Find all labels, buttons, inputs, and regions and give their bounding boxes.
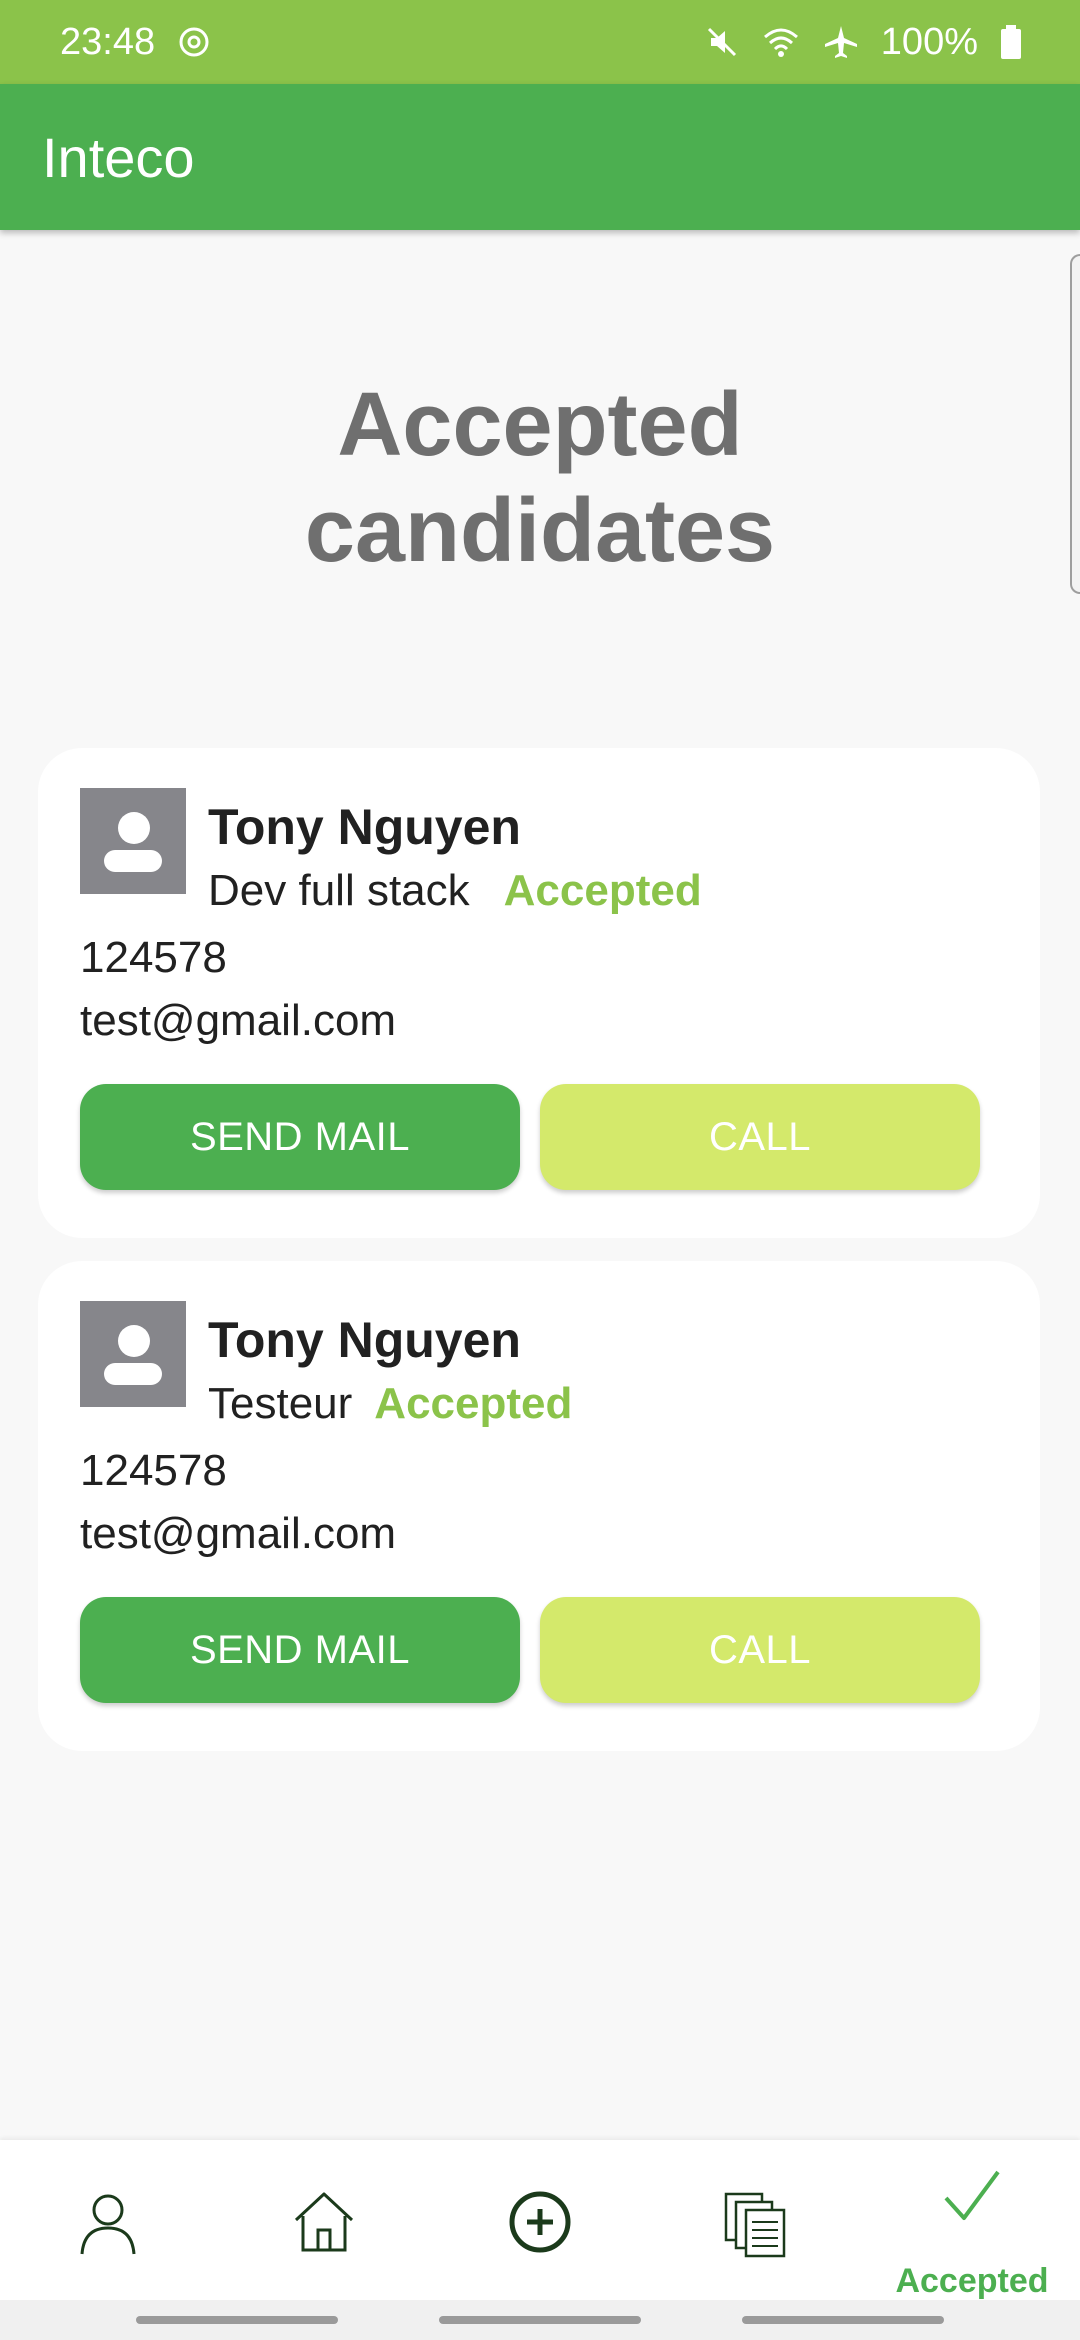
person-icon — [80, 2194, 136, 2255]
avatar-body-shape — [104, 850, 162, 872]
nav-item-accepted[interactable]: Accepted — [864, 2140, 1080, 2300]
battery-icon — [1001, 25, 1021, 59]
home-gesture-pill[interactable] — [439, 2316, 641, 2324]
avatar — [80, 1301, 186, 1407]
nav-item-documents[interactable] — [648, 2140, 864, 2300]
call-button[interactable]: CALL — [540, 1084, 980, 1190]
status-badge: Accepted — [374, 1379, 573, 1428]
candidate-email: test@gmail.com — [80, 1509, 397, 1558]
avatar-body-shape — [104, 1363, 162, 1385]
main-content[interactable]: Accepted candidates Tony Nguyen Dev full… — [0, 230, 1080, 2140]
candidate-name: Tony Nguyen — [208, 1312, 521, 1368]
candidate-role-line: Testeur Accepted — [208, 1379, 572, 1429]
avatar — [80, 788, 186, 894]
app-title: Inteco — [42, 125, 195, 189]
send-mail-button[interactable]: SEND MAIL — [80, 1597, 520, 1703]
page-title-line1: Accepted — [337, 375, 743, 475]
home-icon — [294, 2192, 354, 2252]
mute-icon — [707, 27, 736, 57]
candidate-phone: 124578 — [80, 1446, 227, 1495]
nav-item-home[interactable] — [216, 2140, 432, 2300]
nav-item-profile[interactable] — [0, 2140, 216, 2300]
candidate-role: Dev full stack — [208, 866, 470, 915]
add-circle-icon — [509, 2191, 571, 2253]
bottom-navigation: Accepted — [0, 2140, 1080, 2300]
candidate-email: test@gmail.com — [80, 996, 397, 1045]
recents-gesture-pill[interactable] — [136, 2316, 338, 2324]
status-time: 23:48 — [60, 20, 156, 63]
send-mail-button[interactable]: SEND MAIL — [80, 1084, 520, 1190]
avatar-person-icon — [118, 812, 150, 844]
nav-label-accepted: Accepted — [895, 2262, 1049, 2300]
candidate-name: Tony Nguyen — [208, 799, 521, 855]
candidate-role: Testeur — [208, 1379, 353, 1428]
nav-item-add[interactable] — [432, 2140, 648, 2300]
candidate-card: Tony Nguyen Testeur Accepted 124578 test… — [38, 1261, 1040, 1751]
avatar-person-icon — [118, 1325, 150, 1357]
back-gesture-pill[interactable] — [742, 2316, 944, 2324]
sync-icon — [179, 27, 209, 57]
documents-icon — [724, 2192, 786, 2258]
candidate-phone: 124578 — [80, 933, 227, 982]
status-bar: 23:48 100% — [0, 0, 1080, 84]
gesture-bar — [0, 2300, 1080, 2340]
candidate-card: Tony Nguyen Dev full stack Accepted 1245… — [38, 748, 1040, 1238]
call-button[interactable]: CALL — [540, 1597, 980, 1703]
wifi-icon — [763, 28, 798, 57]
page-title: Accepted candidates — [0, 372, 1080, 584]
page-title-line2: candidates — [304, 481, 776, 581]
battery-percent: 100% — [880, 20, 978, 63]
app-bar: Inteco — [0, 84, 1080, 230]
airplane-icon — [824, 26, 857, 58]
status-badge: Accepted — [503, 866, 702, 915]
candidate-role-line: Dev full stack Accepted — [208, 866, 702, 916]
check-icon — [944, 2170, 1000, 2220]
